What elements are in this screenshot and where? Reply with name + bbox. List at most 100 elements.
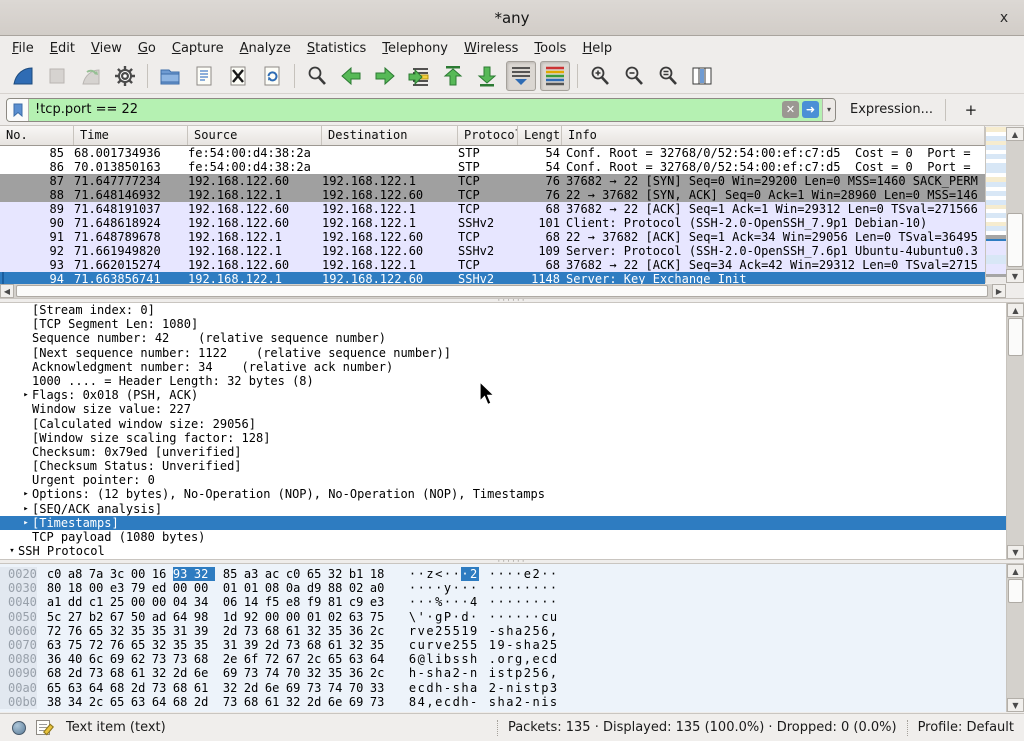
hex-byte[interactable]: c1 — [89, 595, 110, 609]
go-to-packet-icon[interactable] — [404, 61, 434, 91]
hex-byte[interactable]: 18 — [370, 567, 391, 581]
hex-byte[interactable]: 18 — [68, 581, 89, 595]
hex-byte[interactable]: 2c — [89, 695, 110, 709]
hex-byte[interactable]: e3 — [110, 581, 131, 595]
details-vscrollbar[interactable]: ▲ ▼ — [1007, 303, 1024, 559]
hex-byte[interactable]: 34 — [68, 695, 89, 709]
go-first-icon[interactable] — [438, 61, 468, 91]
clear-filter-icon[interactable]: ✕ — [782, 101, 799, 118]
hex-byte[interactable]: 61 — [194, 681, 215, 695]
hex-row[interactable]: 00b038342c656364682d736861322d6e697384,e… — [0, 695, 1006, 709]
menu-item-statistics[interactable]: Statistics — [299, 39, 374, 58]
hex-byte[interactable]: 68 — [194, 652, 215, 666]
hex-row[interactable]: 0020c0a87a3c0016933285a3acc06532b118··z<… — [0, 567, 1006, 581]
detail-line[interactable]: Urgent pointer: 0 — [0, 473, 1006, 487]
column-header-no[interactable]: No. — [0, 126, 74, 145]
detail-line[interactable]: ▸[SEQ/ACK analysis] — [0, 502, 1006, 516]
scroll-thumb[interactable] — [1007, 213, 1023, 267]
hex-byte[interactable]: 2c — [307, 652, 328, 666]
go-forward-icon[interactable] — [370, 61, 400, 91]
hex-row[interactable]: 008036406c69627373682e6f72672c6563646@li… — [0, 652, 1006, 666]
hex-row[interactable]: 00a0656364682d736861322d6e6973747033ecdh… — [0, 681, 1006, 695]
scroll-thumb[interactable] — [1008, 579, 1023, 603]
hex-byte[interactable]: 32 — [152, 638, 173, 652]
detail-line[interactable]: TCP payload (1080 bytes) — [0, 530, 1006, 544]
menu-item-file[interactable]: File — [4, 39, 42, 58]
menu-item-wireless[interactable]: Wireless — [456, 39, 526, 58]
hex-byte[interactable]: 64 — [370, 652, 391, 666]
hex-byte[interactable]: 63 — [349, 652, 370, 666]
hex-byte[interactable]: 68 — [265, 624, 286, 638]
column-header-protocol[interactable]: Protocol — [458, 126, 518, 145]
resize-columns-icon[interactable] — [687, 61, 717, 91]
hex-byte[interactable]: 63 — [47, 638, 68, 652]
hex-byte[interactable]: f9 — [307, 595, 328, 609]
hex-byte[interactable]: 36 — [349, 666, 370, 680]
hex-byte[interactable]: 00 — [194, 581, 215, 595]
packet-row[interactable]: 8670.013850163fe:54:00:d4:38:2aSTP54Conf… — [0, 160, 985, 174]
capture-comment-icon[interactable] — [36, 720, 50, 735]
hex-byte[interactable]: 2d — [223, 624, 244, 638]
expert-info-icon[interactable] — [12, 721, 26, 735]
hex-byte[interactable]: a3 — [244, 567, 265, 581]
zoom-in-icon[interactable] — [585, 61, 615, 91]
menu-item-telephony[interactable]: Telephony — [374, 39, 456, 58]
hex-byte[interactable]: 64 — [173, 610, 194, 624]
hex-byte[interactable]: 04 — [173, 595, 194, 609]
hex-byte[interactable]: 2d — [244, 681, 265, 695]
auto-scroll-icon[interactable] — [506, 61, 536, 91]
hex-byte[interactable]: 00 — [131, 567, 152, 581]
hex-byte[interactable]: 25 — [110, 595, 131, 609]
go-last-icon[interactable] — [472, 61, 502, 91]
save-file-icon[interactable] — [189, 61, 219, 91]
hex-byte[interactable]: 75 — [68, 638, 89, 652]
filter-bookmark-button[interactable] — [7, 99, 29, 121]
hex-byte[interactable]: 76 — [68, 624, 89, 638]
hex-byte[interactable]: 0a — [286, 581, 307, 595]
hex-byte[interactable]: 69 — [286, 681, 307, 695]
detail-line[interactable]: ▸[Timestamps] — [0, 516, 1006, 530]
hex-byte[interactable]: 69 — [223, 666, 244, 680]
hex-byte[interactable]: 73 — [152, 652, 173, 666]
hex-byte[interactable]: 68 — [110, 666, 131, 680]
hex-byte[interactable]: 68 — [110, 681, 131, 695]
hex-byte[interactable]: 70 — [286, 666, 307, 680]
hex-byte[interactable]: 75 — [370, 610, 391, 624]
hex-byte[interactable]: 73 — [370, 695, 391, 709]
hex-byte[interactable]: d9 — [307, 581, 328, 595]
expanded-arrow-icon[interactable]: ▾ — [6, 544, 18, 558]
hex-byte[interactable]: 88 — [328, 581, 349, 595]
hex-byte[interactable]: 39 — [194, 624, 215, 638]
hex-byte[interactable]: c0 — [286, 567, 307, 581]
hex-byte[interactable]: 16 — [152, 567, 173, 581]
hex-byte[interactable]: 73 — [89, 666, 110, 680]
hex-byte[interactable]: e3 — [370, 595, 391, 609]
hex-byte[interactable]: 69 — [110, 652, 131, 666]
column-header-source[interactable]: Source — [188, 126, 322, 145]
detail-line[interactable]: 1000 .... = Header Length: 32 bytes (8) — [0, 374, 1006, 388]
scroll-down-icon[interactable]: ▼ — [1007, 698, 1024, 712]
hex-byte[interactable]: 2c — [370, 666, 391, 680]
hex-byte[interactable]: 00 — [89, 581, 110, 595]
packet-list-vscrollbar[interactable]: ▲ ▼ — [1006, 127, 1024, 283]
detail-line[interactable]: [Window size scaling factor: 128] — [0, 431, 1006, 445]
collapsed-arrow-icon[interactable]: ▸ — [20, 516, 32, 530]
hex-byte[interactable]: 00 — [286, 610, 307, 624]
apply-filter-icon[interactable]: ➜ — [802, 101, 819, 118]
detail-line[interactable]: Window size value: 227 — [0, 402, 1006, 416]
scroll-down-icon[interactable]: ▼ — [1006, 269, 1024, 283]
hex-byte[interactable]: 2d — [265, 638, 286, 652]
hex-byte[interactable]: 61 — [328, 638, 349, 652]
profile-label[interactable]: Profile: Default — [918, 720, 1014, 735]
hex-byte[interactable]: 67 — [110, 610, 131, 624]
hex-byte[interactable]: 98 — [194, 610, 215, 624]
menu-item-view[interactable]: View — [83, 39, 130, 58]
hex-byte[interactable]: a8 — [68, 567, 89, 581]
hex-byte[interactable]: 01 — [307, 610, 328, 624]
hex-byte[interactable]: 6e — [194, 666, 215, 680]
hex-byte[interactable]: 68 — [307, 638, 328, 652]
hex-byte[interactable]: 73 — [244, 624, 265, 638]
hex-byte[interactable]: 35 — [328, 666, 349, 680]
hex-byte[interactable]: 35 — [131, 624, 152, 638]
bytes-vscrollbar[interactable]: ▲ ▼ — [1007, 564, 1024, 712]
